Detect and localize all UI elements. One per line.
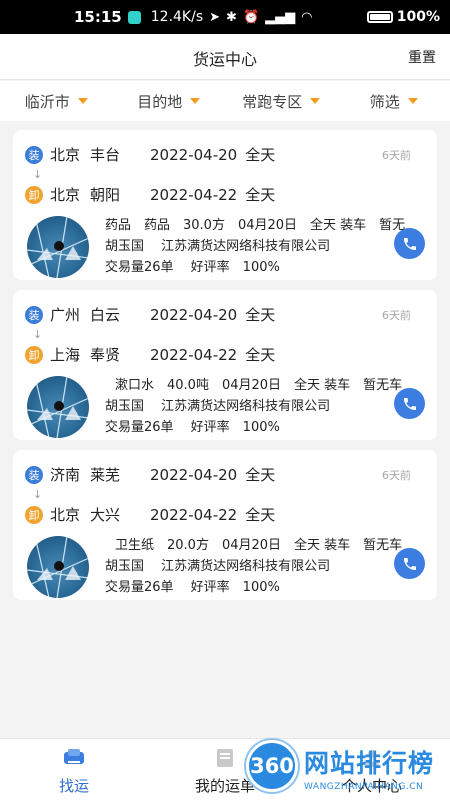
origin-district: 莱芜: [90, 466, 121, 484]
filter-label: 临沂市: [24, 92, 70, 111]
watermark-url: WANGZHANPAIHANG.CN: [304, 782, 424, 792]
load-time: 全天: [245, 146, 276, 164]
origin-row: 装 北京 丰台 2022-04-20 全天: [25, 144, 275, 165]
page-title: 货运中心: [192, 50, 257, 69]
unload-tag: 卸: [25, 185, 43, 204]
origin-city: 广州: [50, 306, 81, 324]
destination-row: 卸 北京 朝阳 2022-04-22 全天: [25, 184, 275, 205]
shipper-info: 胡玉国 江苏满货达网络科技有限公司: [105, 559, 331, 574]
nav-find-cargo[interactable]: 找运: [14, 739, 134, 800]
dest-district: 朝阳: [90, 186, 121, 204]
caret-down-icon: [77, 98, 88, 104]
dest-district: 奉贤: [90, 346, 121, 364]
unload-tag: 卸: [25, 505, 43, 524]
wifi-icon: ◠: [301, 9, 313, 25]
call-button[interactable]: [394, 388, 425, 419]
shipper-avatar: [27, 536, 89, 598]
filter-origin-city[interactable]: 临沂市: [0, 91, 113, 112]
unload-time: 全天: [245, 346, 276, 364]
posted-age: 6天前: [382, 149, 411, 162]
alarm-icon: ⏰: [242, 9, 260, 25]
shipper-info: 胡玉国 江苏满货达网络科技有限公司: [105, 399, 331, 414]
cargo-card[interactable]: 装 广州 白云 2022-04-20 全天 6天前 ↓ 卸 上海 奉贤 2022…: [13, 290, 437, 440]
unload-date: 2022-04-22: [150, 345, 238, 364]
phone-icon: [403, 557, 416, 570]
watermark-badge: 360: [246, 740, 298, 792]
destination-row: 卸 上海 奉贤 2022-04-22 全天: [25, 344, 275, 365]
filter-label: 目的地: [137, 92, 183, 111]
signal-icon: ▂▄▆: [265, 9, 296, 25]
dest-city: 北京: [50, 506, 81, 524]
truck-icon: [64, 749, 84, 764]
watermark-logo: 360 网站排行榜 WANGZHANPAIHANG.CN: [244, 738, 450, 800]
battery-level: 100%: [396, 9, 440, 25]
origin-row: 装 济南 莱芜 2022-04-20 全天: [25, 464, 275, 485]
watermark-title: 网站排行榜: [304, 749, 435, 778]
route-arrow-icon: ↓: [33, 488, 43, 501]
shipper-stats: 交易量26单 好评率 100%: [105, 580, 280, 595]
reset-button[interactable]: 重置: [408, 47, 436, 67]
dest-city: 北京: [50, 186, 81, 204]
unload-tag: 卸: [25, 345, 43, 364]
origin-district: 白云: [90, 306, 121, 324]
header: 货运中心 重置: [0, 34, 450, 80]
waybill-icon: [217, 749, 233, 767]
nav-label: 找运: [58, 777, 89, 795]
filter-frequent-routes[interactable]: 常跑专区: [225, 91, 338, 112]
route-arrow-icon: ↓: [33, 168, 43, 181]
dest-district: 大兴: [90, 506, 121, 524]
cargo-card[interactable]: 装 济南 莱芜 2022-04-20 全天 6天前 ↓ 卸 北京 大兴 2022…: [13, 450, 437, 600]
battery-indicator: 100%: [366, 9, 440, 25]
origin-city: 济南: [50, 466, 81, 484]
load-date: 2022-04-20: [150, 145, 238, 164]
filter-label: 筛选: [369, 92, 400, 111]
load-time: 全天: [245, 306, 276, 324]
dest-city: 上海: [50, 346, 81, 364]
origin-city: 北京: [50, 146, 81, 164]
filter-bar: 临沂市 目的地 常跑专区 筛选: [0, 81, 450, 121]
location-icon: ➤: [209, 9, 221, 25]
status-bar: 15:15 12.4K/s ➤ ✱ ⏰ ▂▄▆ ◠ 100%: [0, 0, 450, 34]
load-date: 2022-04-20: [150, 465, 238, 484]
filter-more[interactable]: 筛选: [338, 91, 450, 112]
goods-info: 卫生纸 20.0方 04月20日 全天 装车 暂无车: [115, 538, 403, 553]
filter-destination[interactable]: 目的地: [113, 91, 226, 112]
unload-date: 2022-04-22: [150, 505, 238, 524]
shipper-stats: 交易量26单 好评率 100%: [105, 420, 280, 435]
route-arrow-icon: ↓: [33, 328, 43, 341]
unload-time: 全天: [245, 506, 276, 524]
caret-down-icon: [310, 98, 321, 104]
load-tag: 装: [25, 305, 43, 324]
goods-info: 漱口水 40.0吨 04月20日 全天 装车 暂无车: [115, 378, 403, 393]
app-notification-icon: [127, 10, 141, 24]
shipper-stats: 交易量26单 好评率 100%: [105, 260, 280, 275]
shipper-avatar: [27, 216, 89, 278]
call-button[interactable]: [394, 228, 425, 259]
phone-icon: [403, 237, 416, 250]
load-tag: 装: [25, 465, 43, 484]
origin-row: 装 广州 白云 2022-04-20 全天: [25, 304, 275, 325]
goods-info: 药品 药品 30.0方 04月20日 全天 装车 暂无: [105, 218, 406, 233]
cargo-card[interactable]: 装 北京 丰台 2022-04-20 全天 6天前 ↓ 卸 北京 朝阳 2022…: [13, 130, 437, 280]
phone-icon: [403, 397, 416, 410]
network-speed: 12.4K/s: [150, 9, 204, 25]
status-time: 15:15: [74, 8, 122, 26]
load-tag: 装: [25, 145, 43, 164]
unload-time: 全天: [245, 186, 276, 204]
battery-icon: [366, 11, 393, 23]
filter-label: 常跑专区: [242, 92, 303, 111]
shipper-avatar: [27, 376, 89, 438]
call-button[interactable]: [394, 548, 425, 579]
destination-row: 卸 北京 大兴 2022-04-22 全天: [25, 504, 275, 525]
bluetooth-icon: ✱: [226, 9, 237, 25]
load-date: 2022-04-20: [150, 305, 238, 324]
origin-district: 丰台: [90, 146, 121, 164]
load-time: 全天: [245, 466, 276, 484]
posted-age: 6天前: [382, 309, 411, 322]
caret-down-icon: [407, 98, 418, 104]
unload-date: 2022-04-22: [150, 185, 238, 204]
caret-down-icon: [190, 98, 201, 104]
shipper-info: 胡玉国 江苏满货达网络科技有限公司: [105, 239, 331, 254]
posted-age: 6天前: [382, 469, 411, 482]
